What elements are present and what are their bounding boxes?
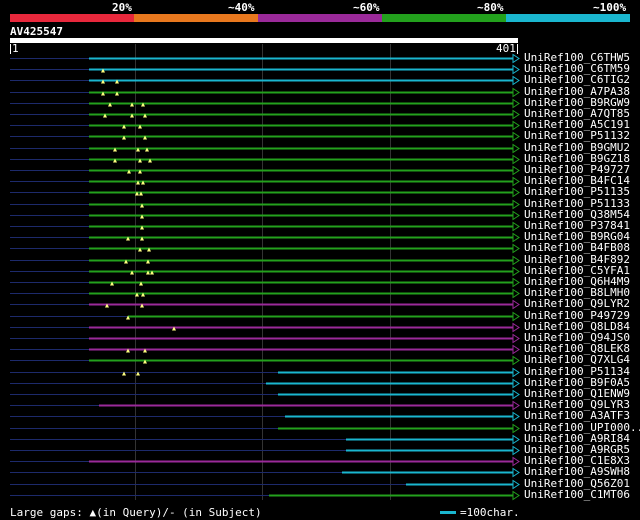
hit-arrow-icon (512, 479, 520, 490)
blast-hit-overview: 20% ~40% ~60% ~80% ~100% AV425547 1 401 … (0, 0, 640, 520)
hit-arrow-icon (512, 378, 520, 389)
hit-arrow-icon (512, 199, 520, 210)
hit-arrow-icon (512, 445, 520, 456)
hit-arrow-icon (512, 255, 520, 266)
hit-arrow-icon (512, 243, 520, 254)
scale-bar (440, 511, 456, 514)
hit-arrow-icon (512, 411, 520, 422)
hit-arrow-icon (512, 277, 520, 288)
hit-arrow-icon (512, 434, 520, 445)
hit-arrow-icon (512, 467, 520, 478)
hit-arrow-icon (512, 131, 520, 142)
hit-arrow-icon (512, 154, 520, 165)
hit-arrow-icon (512, 64, 520, 75)
large-gaps-legend: Large gaps: ▲(in Query)/- (in Subject) (10, 506, 262, 519)
hit-arrow-icon (512, 344, 520, 355)
hit-arrow-icon (512, 87, 520, 98)
hit-arrow-icon (512, 176, 520, 187)
hit-label[interactable]: UniRef100_C1MT06 (524, 489, 630, 501)
hit-arrow-icon (512, 355, 520, 366)
hit-arrow-icon (512, 490, 520, 501)
hit-arrow-icon (512, 221, 520, 232)
hit-arrow-icon (512, 333, 520, 344)
hit-arrow-icon (512, 299, 520, 310)
hit-arrow-icon (512, 232, 520, 243)
hit-arrow-icon (512, 266, 520, 277)
hit-arrow-icon (512, 75, 520, 86)
hit-arrow-icon (512, 165, 520, 176)
scale-bar-label: =100char. (460, 506, 520, 519)
hit-arrow-icon (512, 53, 520, 64)
hit-arrow-icon (512, 143, 520, 154)
hit-arrow-icon (512, 389, 520, 400)
hit-arrow-icon (512, 109, 520, 120)
hit-arrow-icon (512, 288, 520, 299)
hit-arrow-icon (512, 367, 520, 378)
hit-arrow-icon (512, 456, 520, 467)
hit-arrow-icon (512, 98, 520, 109)
hit-arrow-icon (512, 400, 520, 411)
hit-arrow-icon (512, 120, 520, 131)
hit-arrow-icon (512, 311, 520, 322)
hit-arrow-icon (512, 210, 520, 221)
hit-arrow-icon (512, 423, 520, 434)
hit-arrow-icon (512, 187, 520, 198)
hit-arrow-icon (512, 322, 520, 333)
